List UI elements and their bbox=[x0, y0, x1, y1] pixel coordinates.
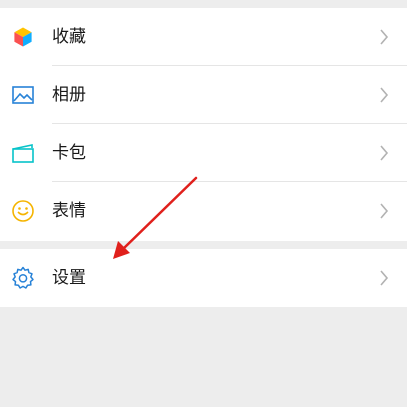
menu-item-label: 卡包 bbox=[52, 143, 86, 163]
gear-icon bbox=[12, 266, 34, 289]
menu-item-label: 收藏 bbox=[52, 27, 86, 47]
menu-group-settings: 设置 bbox=[0, 249, 407, 307]
chevron-right-icon bbox=[380, 203, 389, 219]
favorites-cube-icon bbox=[13, 26, 33, 48]
menu-item-card-wallet[interactable]: 卡包 bbox=[0, 124, 407, 182]
card-wallet-icon bbox=[12, 144, 34, 163]
chevron-right-icon bbox=[380, 145, 389, 161]
album-picture-icon bbox=[12, 86, 34, 104]
chevron-right-icon bbox=[380, 87, 389, 103]
menu-item-label: 表情 bbox=[52, 201, 86, 221]
top-gap bbox=[0, 0, 407, 8]
menu-item-label: 设置 bbox=[52, 268, 86, 288]
menu-item-label: 相册 bbox=[52, 85, 86, 105]
menu-item-stickers[interactable]: 表情 bbox=[0, 182, 407, 240]
chevron-right-icon bbox=[380, 270, 389, 286]
menu-item-settings[interactable]: 设置 bbox=[0, 249, 407, 307]
chevron-right-icon bbox=[380, 29, 389, 45]
menu-item-favorites[interactable]: 收藏 bbox=[0, 8, 407, 66]
me-page-menu: 收藏 相册 卡包 表情 设置 bbox=[0, 0, 407, 407]
menu-group-main: 收藏 相册 卡包 表情 bbox=[0, 8, 407, 241]
sticker-smile-icon bbox=[12, 200, 34, 222]
menu-item-album[interactable]: 相册 bbox=[0, 66, 407, 124]
